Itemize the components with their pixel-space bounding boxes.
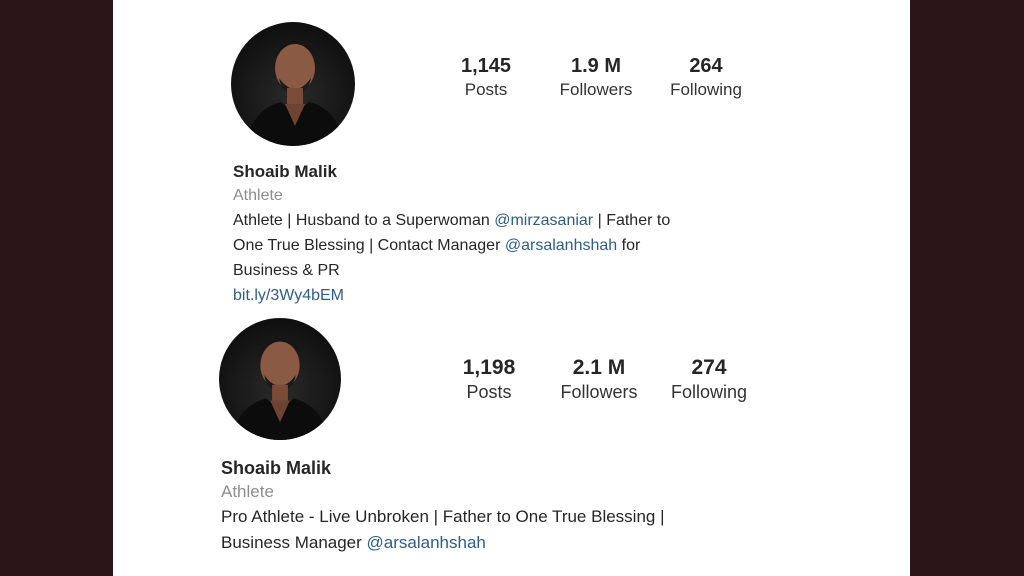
stat-label: Following [670, 382, 748, 402]
stat-label: Followers [559, 80, 633, 99]
stat-value: 1,145 [460, 55, 512, 77]
bio-text: Business Manager [221, 533, 367, 552]
stat-posts[interactable]: 1,198 Posts [434, 356, 544, 403]
mention-link[interactable]: @mirzasaniar [494, 212, 593, 229]
stat-value: 1.9 M [570, 55, 622, 77]
stat-label: Following [670, 80, 742, 99]
stat-following[interactable]: 264 Following [651, 54, 761, 101]
bio-line: Pro Athlete - Live Unbroken | Father to … [221, 507, 665, 526]
profile-category: Athlete [233, 187, 283, 204]
stat-value: 2.1 M [572, 356, 626, 379]
stat-followers[interactable]: 1.9 M Followers [541, 54, 651, 101]
stat-value: 1,198 [462, 356, 516, 379]
profile-bio: Shoaib Malik Athlete Athlete | Husband t… [233, 160, 793, 308]
screenshot-panel: 1,145 Posts 1.9 M Followers 264 Followin… [113, 0, 910, 576]
stat-label: Followers [560, 382, 638, 402]
bio-line: Athlete | Husband to a Superwoman @mirza… [233, 208, 793, 233]
stat-following[interactable]: 274 Following [654, 356, 764, 403]
stat-value: 274 [691, 356, 727, 379]
profile-stats: 1,145 Posts 1.9 M Followers 264 Followin… [431, 54, 761, 101]
bio-text: for [617, 237, 641, 254]
avatar-photo-icon [230, 339, 330, 440]
profile-category: Athlete [221, 482, 274, 501]
bio-line: Business & PR [233, 262, 340, 279]
stat-value: 264 [689, 55, 723, 77]
stat-label: Posts [464, 80, 508, 99]
avatar-photo-icon [245, 42, 345, 146]
avatar[interactable] [219, 318, 341, 440]
bio-website-link[interactable]: bit.ly/3Wy4bEM [233, 283, 793, 308]
stat-followers[interactable]: 2.1 M Followers [544, 356, 654, 403]
stat-posts[interactable]: 1,145 Posts [431, 54, 541, 101]
bio-line: One True Blessing | Contact Manager @ars… [233, 233, 793, 258]
profile-name: Shoaib Malik [221, 458, 332, 478]
avatar[interactable] [231, 22, 355, 146]
stat-label: Posts [466, 382, 512, 402]
profile-stats: 1,198 Posts 2.1 M Followers 274 Followin… [434, 356, 764, 403]
bio-text: | Father to [593, 212, 671, 229]
bio-text: Athlete | Husband to a Superwoman [233, 212, 495, 229]
bio-line: Business Manager @arsalanhshah [221, 530, 781, 556]
profile-bio: Shoaib Malik Athlete Pro Athlete - Live … [221, 456, 781, 556]
mention-link[interactable]: @arsalanhshah [367, 533, 486, 552]
profile-name: Shoaib Malik [233, 162, 337, 181]
bio-text: One True Blessing | Contact Manager [233, 237, 505, 254]
mention-link[interactable]: @arsalanhshah [505, 237, 617, 254]
